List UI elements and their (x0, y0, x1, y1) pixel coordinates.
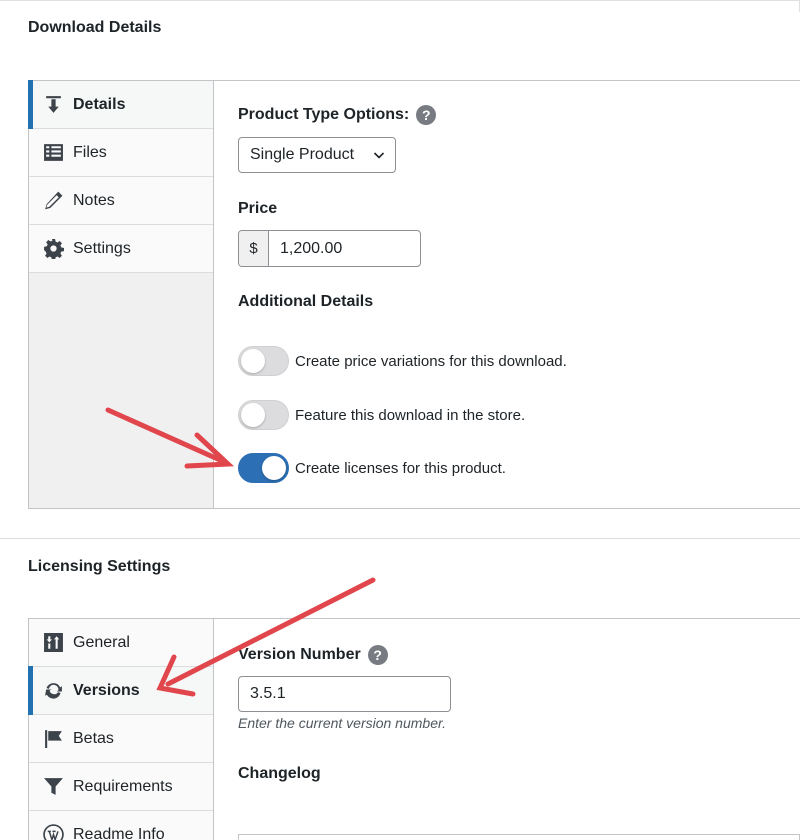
licensing-tabs: General Versions Betas Requirements Read… (28, 619, 214, 840)
tab-settings[interactable]: Settings (29, 225, 213, 273)
help-icon[interactable]: ? (416, 105, 437, 125)
section-divider (0, 538, 800, 539)
price-variations-toggle[interactable] (238, 346, 289, 376)
tab-label: Details (73, 95, 126, 113)
tab-label: Versions (73, 681, 140, 699)
feature-download-toggle[interactable] (238, 400, 289, 430)
tab-label: Files (73, 143, 107, 161)
version-number-input[interactable]: 3.5.1 (238, 676, 451, 712)
currency-symbol: $ (239, 231, 269, 266)
changelog-label: Changelog (238, 765, 321, 782)
filter-icon (42, 776, 64, 798)
version-number-hint: Enter the current version number. (238, 715, 447, 731)
version-number-label: Version Number ? (238, 645, 388, 665)
price-variations-label: Create price variations for this downloa… (295, 352, 567, 370)
tab-label: Betas (73, 729, 114, 747)
additional-details-label: Additional Details (238, 293, 374, 310)
tab-label: Notes (73, 191, 115, 209)
feature-download-label: Feature this download in the store. (295, 406, 526, 424)
help-icon[interactable]: ? (367, 645, 388, 665)
price-label: Price (238, 200, 278, 217)
tab-label: Readme Info (73, 825, 165, 840)
tab-files[interactable]: Files (29, 129, 213, 177)
price-field[interactable]: $ 1,200.00 (238, 230, 421, 267)
version-number-label-text: Version Number (238, 646, 361, 663)
download-details-title: Download Details (28, 19, 162, 36)
tab-label: Requirements (73, 777, 173, 795)
refresh-icon (42, 680, 64, 702)
tab-notes[interactable]: Notes (29, 177, 213, 225)
tab-label: General (73, 633, 130, 651)
create-licenses-row: Create licenses for this product. (238, 453, 506, 483)
tab-betas[interactable]: Betas (29, 715, 213, 763)
create-licenses-label: Create licenses for this product. (295, 459, 506, 477)
product-type-select[interactable]: Single Product (238, 137, 396, 173)
tab-general[interactable]: General (29, 619, 213, 667)
download-details-tabs: Details Files Notes Settings (28, 80, 214, 508)
pencil-icon (42, 190, 64, 212)
tab-label: Settings (73, 239, 131, 257)
price-variations-row: Create price variations for this downloa… (238, 346, 567, 376)
tab-versions[interactable]: Versions (28, 666, 213, 715)
tab-details[interactable]: Details (28, 80, 213, 129)
gear-icon (42, 238, 64, 260)
flag-icon (42, 728, 64, 750)
sliders-icon (42, 632, 64, 654)
list-icon (42, 142, 64, 164)
wordpress-icon (42, 824, 64, 840)
download-icon (42, 94, 64, 116)
product-type-label: Product Type Options: ? (238, 105, 437, 125)
tab-readme-info[interactable]: Readme Info (29, 811, 213, 840)
licensing-settings-title: Licensing Settings (28, 558, 171, 575)
top-divider (0, 0, 800, 1)
product-type-label-text: Product Type Options: (238, 106, 410, 123)
create-licenses-toggle[interactable] (238, 453, 289, 483)
tab-requirements[interactable]: Requirements (29, 763, 213, 811)
product-type-value: Single Product (250, 146, 355, 163)
feature-download-row: Feature this download in the store. (238, 400, 525, 430)
price-input[interactable]: 1,200.00 (269, 231, 342, 266)
chevron-down-icon (373, 152, 385, 159)
changelog-editor[interactable] (238, 834, 800, 840)
download-details-panel: Details Files Notes Settings (28, 80, 800, 509)
